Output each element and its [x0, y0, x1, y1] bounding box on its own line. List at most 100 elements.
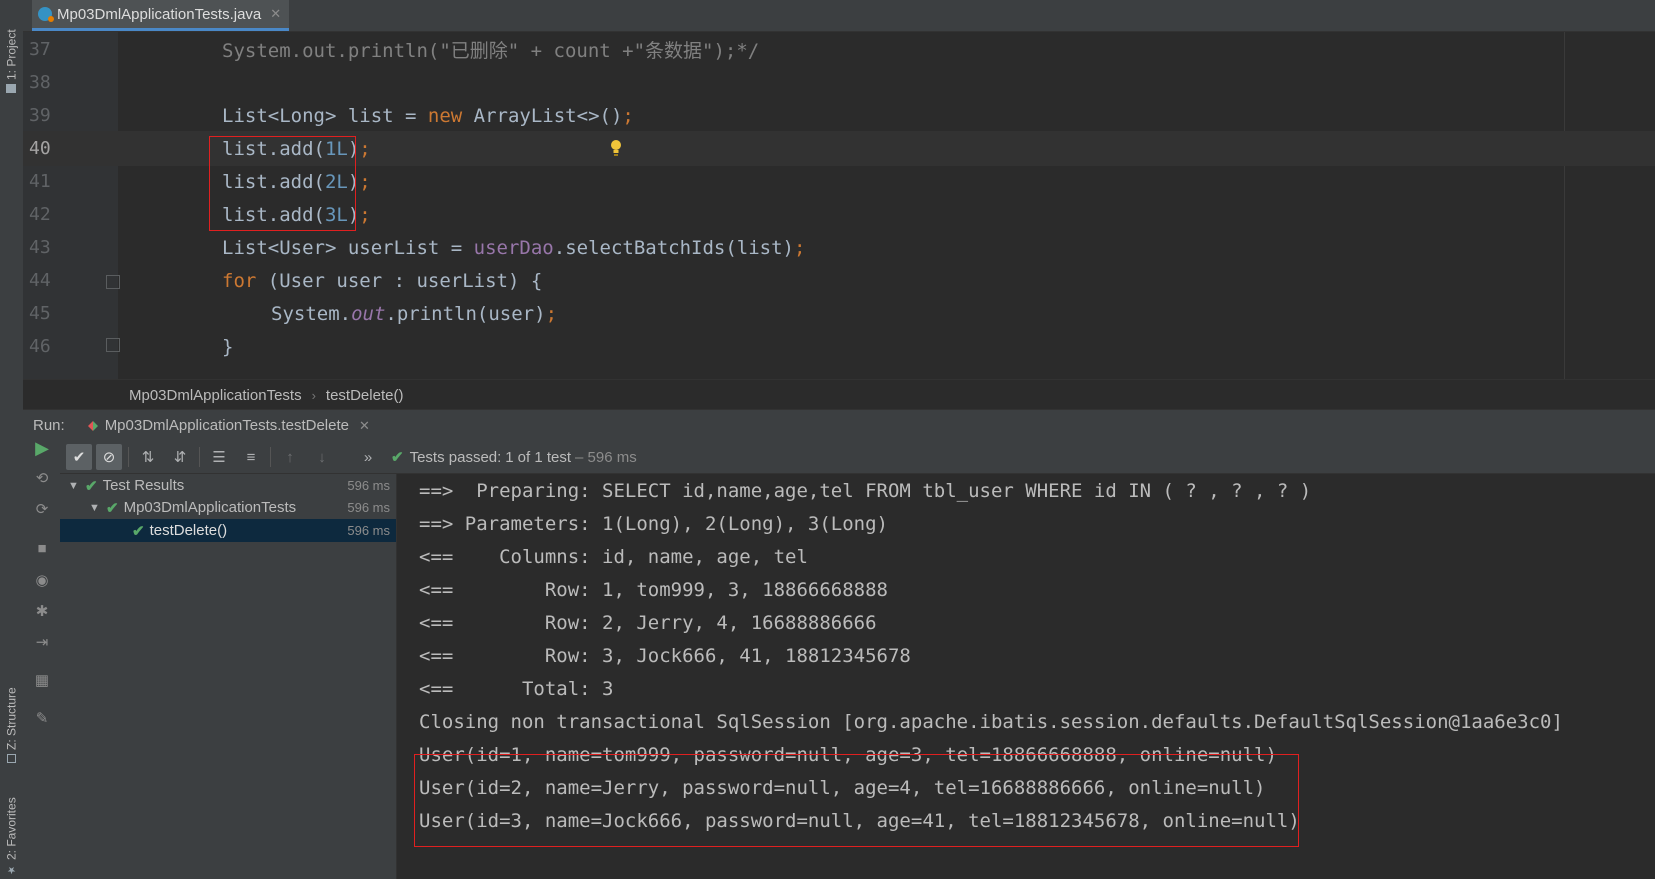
line-number: 41: [29, 171, 51, 192]
console-line: <== Columns: id, name, age, tel: [419, 545, 808, 568]
editor-file-tab[interactable]: Mp03DmlApplicationTests.java ✕: [32, 0, 290, 31]
line-number: 44: [29, 270, 51, 291]
code-line: 45 System.out.println(user);: [23, 296, 1655, 331]
collapse-all-icon[interactable]: ≡: [238, 444, 264, 470]
toolbar-separator: [270, 447, 271, 467]
tree-item-label: Mp03DmlApplicationTests: [123, 499, 297, 516]
expand-all-icon[interactable]: ☰: [206, 444, 232, 470]
stop-icon[interactable]: ■: [32, 538, 52, 558]
test-config-icon: [87, 420, 98, 431]
fold-toggle-icon[interactable]: [106, 275, 120, 289]
test-tree: ▼ ✔ Test Results 596 ms ▼ ✔ Mp03DmlAppli…: [60, 474, 397, 879]
rerun-failed-icon[interactable]: ⟲: [32, 468, 52, 488]
rerun-icon[interactable]: ▶: [32, 438, 52, 458]
line-number: 37: [29, 39, 51, 60]
tree-item-time: 596 ms: [347, 523, 390, 538]
code-line: 46 }: [23, 329, 1655, 364]
run-label: Run:: [33, 417, 65, 434]
pin-icon[interactable]: ✎: [32, 708, 52, 728]
java-class-icon: [38, 7, 54, 22]
code-line: 43 List<User> userList = userDao.selectB…: [23, 230, 1655, 265]
editor-tab-bar: Mp03DmlApplicationTests.java ✕: [23, 0, 1655, 32]
tree-item-time: 596 ms: [347, 478, 390, 493]
toolbar-separator: [199, 447, 200, 467]
line-number: 42: [29, 204, 51, 225]
tree-item-label: Test Results: [102, 477, 185, 494]
console-line: Closing non transactional SqlSession [or…: [419, 710, 1563, 733]
tree-item-test-results[interactable]: ▼ ✔ Test Results 596 ms: [60, 474, 396, 497]
code-text: List<Long> list = new ArrayList<>();: [222, 104, 634, 127]
check-icon: ✔: [391, 449, 404, 466]
code-line: 44 for (User user : userList) {: [23, 263, 1655, 298]
status-prefix: Tests passed:: [409, 448, 502, 466]
code-line: 39 List<Long> list = new ArrayList<>();: [23, 98, 1655, 133]
lightbulb-icon[interactable]: [610, 139, 622, 157]
breadcrumb-method[interactable]: testDelete(): [326, 387, 404, 404]
expand-triangle-icon[interactable]: ▼: [68, 480, 82, 492]
import-icon[interactable]: ⇥: [32, 632, 52, 652]
code-text: for (User user : userList) {: [222, 269, 543, 292]
toolbar-separator: [128, 447, 129, 467]
line-number: 38: [29, 72, 51, 93]
check-icon: ✔: [106, 499, 119, 517]
line-number: 40: [29, 138, 51, 159]
console-line: ==> Parameters: 1(Long), 2(Long), 3(Long…: [419, 512, 888, 535]
code-editor[interactable]: 37 System.out.println("已删除" + count +"条数…: [23, 32, 1655, 379]
tree-item-label: testDelete(): [149, 522, 228, 539]
run-config-tab[interactable]: Mp03DmlApplicationTests.testDelete ✕: [87, 417, 370, 434]
favorites-tool-tab[interactable]: ★ 2: Favorites: [1, 785, 22, 875]
test-toolbar: ✔ ⊘ ⇅ ⇵ ☰ ≡ ↑ ↓ » ✔ Tests passed: 1 of 1…: [60, 441, 1655, 474]
console-line: <== Row: 1, tom999, 3, 18866668888: [419, 578, 888, 601]
console-line: <== Row: 3, Jock666, 41, 18812345678: [419, 644, 911, 667]
project-tool-tab[interactable]: 1: Project: [1, 8, 22, 93]
sort-alpha-icon[interactable]: ⇅: [135, 444, 161, 470]
test-status: ✔ Tests passed: 1 of 1 test – 596 ms: [391, 448, 637, 467]
breadcrumb-class[interactable]: Mp03DmlApplicationTests: [129, 387, 302, 404]
left-tool-strip: 1: Project Z: Structure ★ 2: Favorites: [0, 0, 24, 879]
folder-icon: [6, 84, 17, 93]
show-passed-icon[interactable]: ✔: [66, 444, 92, 470]
breadcrumb-separator-icon: ›: [311, 387, 316, 403]
close-tab-icon[interactable]: ✕: [270, 6, 281, 22]
sort-duration-icon[interactable]: ⇵: [167, 444, 193, 470]
line-number: 45: [29, 303, 51, 324]
structure-icon: [7, 754, 16, 763]
toggle-auto-test-icon[interactable]: ⟳: [32, 499, 52, 519]
layout-icon[interactable]: ▦: [32, 670, 52, 690]
expand-triangle-icon[interactable]: ▼: [89, 502, 103, 514]
code-line: 38: [23, 65, 1655, 100]
next-failed-icon[interactable]: ↓: [309, 444, 335, 470]
code-line: 37 System.out.println("已删除" + count +"条数…: [23, 32, 1655, 67]
structure-tool-tab[interactable]: Z: Structure: [1, 663, 22, 763]
check-icon: ✔: [132, 522, 145, 540]
console-line: <== Total: 3: [419, 677, 614, 700]
run-panel: ▶ ⟲ ⟳ ■ ◉ ✱ ⇥ ▦ ✎ ✔ ⊘ ⇅ ⇵ ☰ ≡ ↑ ↓ » ✔ Te…: [23, 438, 1655, 879]
project-tab-label: 1: Project: [4, 29, 19, 80]
run-side-toolbar: ▶ ⟲ ⟳ ■ ◉ ✱ ⇥ ▦ ✎: [23, 438, 61, 879]
star-icon: ★: [6, 864, 17, 875]
more-actions-icon[interactable]: »: [355, 444, 381, 470]
code-text: }: [222, 335, 234, 358]
show-ignored-icon[interactable]: ⊘: [96, 444, 122, 470]
close-run-tab-icon[interactable]: ✕: [359, 418, 370, 434]
bug-icon[interactable]: ✱: [32, 601, 52, 621]
tree-item-test-class[interactable]: ▼ ✔ Mp03DmlApplicationTests 596 ms: [60, 496, 396, 519]
line-number: 46: [29, 336, 51, 357]
console-output[interactable]: ==> Preparing: SELECT id,name,age,tel FR…: [397, 474, 1655, 879]
previous-failed-icon[interactable]: ↑: [277, 444, 303, 470]
favorites-tab-label: 2: Favorites: [4, 797, 19, 860]
camera-icon[interactable]: ◉: [32, 570, 52, 590]
tree-item-test-method[interactable]: ✔ testDelete() 596 ms: [60, 519, 396, 542]
run-config-tab-label: Mp03DmlApplicationTests.testDelete: [104, 417, 349, 434]
console-line: ==> Preparing: SELECT id,name,age,tel FR…: [419, 479, 1312, 502]
console-line: <== Row: 2, Jerry, 4, 16688886666: [419, 611, 877, 634]
result-highlight-box: [414, 754, 1299, 847]
fold-toggle-icon[interactable]: [106, 338, 120, 352]
status-passed-count: 1: [505, 448, 514, 466]
structure-tab-label: Z: Structure: [4, 687, 19, 750]
code-text: List<User> userList = userDao.selectBatc…: [222, 236, 806, 259]
breadcrumb: Mp03DmlApplicationTests › testDelete(): [23, 379, 1655, 410]
status-middle: of 1 test: [517, 448, 572, 466]
code-text: System.out.println(user);: [271, 302, 558, 325]
status-duration: – 596 ms: [575, 448, 637, 466]
